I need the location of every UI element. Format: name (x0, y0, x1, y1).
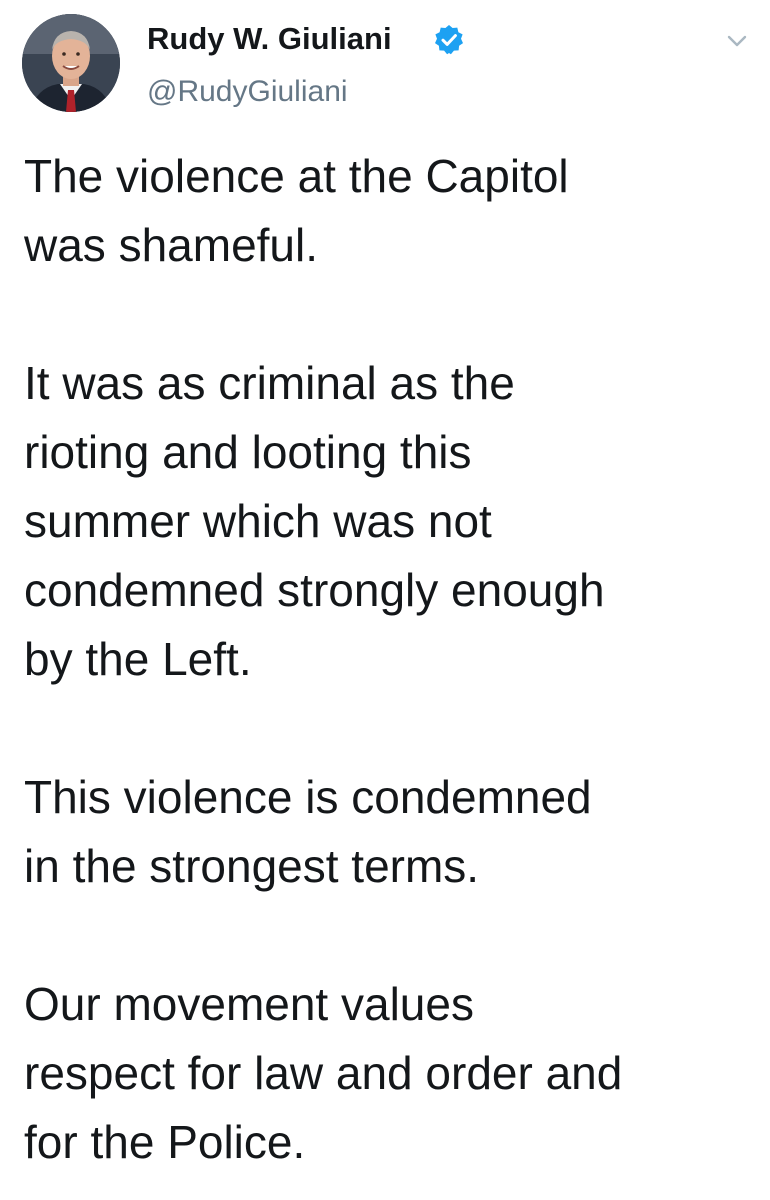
tweet-paragraph: It was as criminal as the rioting and lo… (24, 357, 605, 685)
tweet-text: The violence at the Capitol was shameful… (24, 142, 760, 1177)
tweet-paragraph: This violence is condemned in the strong… (24, 771, 592, 892)
handle[interactable]: @RudyGiuliani (147, 74, 348, 110)
tweet-paragraph: Our movement values respect for law and … (24, 978, 623, 1168)
display-name[interactable]: Rudy W. Giuliani (147, 20, 392, 58)
tweet-card: Rudy W. Giuliani @RudyGiuliani The viole… (0, 0, 770, 1200)
avatar-portrait-image (22, 14, 120, 112)
verified-badge-icon (433, 24, 465, 56)
tweet-paragraph: The violence at the Capitol was shameful… (24, 150, 569, 271)
tweet-menu-button[interactable] (720, 26, 754, 56)
avatar[interactable] (22, 14, 120, 112)
tweet-header: Rudy W. Giuliani @RudyGiuliani (0, 0, 770, 130)
chevron-down-icon (727, 35, 747, 47)
